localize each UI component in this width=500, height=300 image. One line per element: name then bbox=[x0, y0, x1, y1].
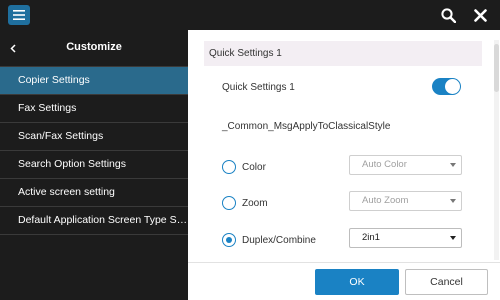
sidebar-item-search-option-settings[interactable]: Search Option Settings bbox=[0, 151, 188, 179]
color-radio[interactable] bbox=[222, 160, 236, 174]
sidebar-item-copier-settings[interactable]: Copier Settings bbox=[0, 67, 188, 95]
section-header: Quick Settings 1 bbox=[204, 41, 482, 66]
duplex-combine-radio[interactable] bbox=[222, 233, 236, 247]
top-bar bbox=[0, 0, 500, 30]
cancel-button[interactable]: Cancel bbox=[405, 269, 488, 295]
search-button[interactable] bbox=[438, 5, 458, 25]
quick-settings-toggle[interactable] bbox=[432, 78, 461, 95]
zoom-radio[interactable] bbox=[222, 196, 236, 210]
sidebar-item-active-screen-setting[interactable]: Active screen setting bbox=[0, 179, 188, 207]
color-label: Color bbox=[242, 162, 266, 173]
caret-down-icon bbox=[450, 236, 456, 240]
sidebar-item-scan-fax-settings[interactable]: Scan/Fax Settings bbox=[0, 123, 188, 151]
sidebar-item-fax-settings[interactable]: Fax Settings bbox=[0, 95, 188, 123]
ok-button[interactable]: OK bbox=[315, 269, 399, 295]
sidebar-item-default-application-screen-type[interactable]: Default Application Screen Type Se... bbox=[0, 207, 188, 235]
main-panel: Quick Settings 1 Quick Settings 1 _Commo… bbox=[188, 30, 500, 262]
zoom-select-value: Auto Zoom bbox=[362, 195, 409, 206]
duplex-combine-label: Duplex/Combine bbox=[242, 235, 316, 246]
scrollbar-thumb[interactable] bbox=[494, 44, 499, 92]
sidebar-title: Customize bbox=[66, 41, 122, 53]
radio-selected-dot bbox=[225, 236, 232, 243]
footer-bar: OK Cancel bbox=[188, 262, 500, 300]
search-icon bbox=[440, 7, 456, 23]
sidebar-header: Customize bbox=[0, 30, 188, 67]
color-select[interactable]: Auto Color bbox=[349, 155, 462, 175]
menu-button[interactable] bbox=[8, 5, 30, 25]
caret-down-icon bbox=[450, 163, 456, 167]
toggle-knob bbox=[445, 79, 460, 94]
color-select-value: Auto Color bbox=[362, 159, 407, 170]
duplex-combine-select-value: 2in1 bbox=[362, 232, 380, 243]
sidebar: Customize Copier Settings Fax Settings S… bbox=[0, 30, 188, 300]
classical-style-label: _Common_MsgApplyToClassicalStyle bbox=[222, 121, 391, 132]
zoom-select[interactable]: Auto Zoom bbox=[349, 191, 462, 211]
duplex-combine-select[interactable]: 2in1 bbox=[349, 228, 462, 248]
close-icon bbox=[473, 8, 487, 22]
close-button[interactable] bbox=[470, 5, 490, 25]
zoom-label: Zoom bbox=[242, 198, 268, 209]
hamburger-icon bbox=[13, 10, 25, 20]
quick-settings-label: Quick Settings 1 bbox=[222, 82, 295, 93]
caret-down-icon bbox=[450, 199, 456, 203]
